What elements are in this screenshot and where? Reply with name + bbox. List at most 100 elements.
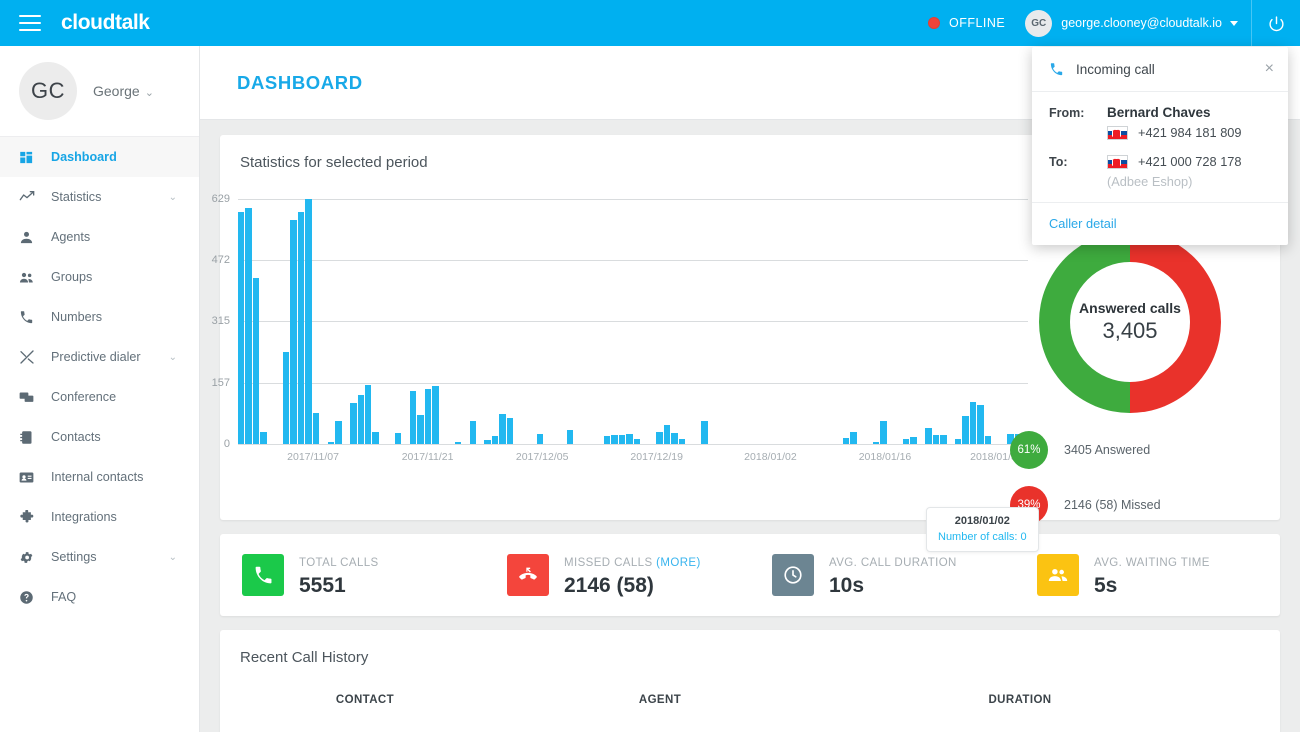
kpi-label: TOTAL CALLS bbox=[299, 557, 379, 569]
recent-call-history-card: Recent Call History CONTACTAGENTDURATION bbox=[220, 630, 1280, 732]
sidebar-item-label: Integrations bbox=[51, 510, 117, 524]
popup-from-row: From: Bernard Chaves bbox=[1049, 105, 1271, 120]
answered-calls-donut-area: Answered calls 3,405 61%3405 Answered39%… bbox=[1000, 231, 1260, 531]
brand-logo[interactable]: cloudtalk bbox=[61, 11, 150, 35]
sidebar-item-label: Settings bbox=[51, 550, 97, 564]
chart-bar[interactable] bbox=[290, 220, 296, 444]
chart-bar[interactable] bbox=[611, 435, 617, 444]
chart-bar[interactable] bbox=[910, 437, 916, 444]
caller-detail-link[interactable]: Caller detail bbox=[1049, 216, 1271, 231]
chart-bar[interactable] bbox=[843, 438, 849, 444]
chart-bar[interactable] bbox=[940, 435, 946, 444]
sidebar-item-faq[interactable]: FAQ bbox=[0, 577, 199, 617]
sidebar-item-label: Contacts bbox=[51, 430, 101, 444]
chart-bar[interactable] bbox=[484, 440, 490, 444]
chart-bar[interactable] bbox=[962, 416, 968, 444]
bar-chart[interactable]: 0157315472629 2017/11/072017/11/212017/1… bbox=[238, 189, 1028, 489]
logout-button[interactable] bbox=[1252, 0, 1300, 46]
chart-bar[interactable] bbox=[656, 432, 662, 444]
chart-bar[interactable] bbox=[313, 413, 319, 444]
chart-bar[interactable] bbox=[679, 439, 685, 444]
donut-center: Answered calls 3,405 bbox=[1070, 262, 1190, 382]
sidebar-item-statistics[interactable]: Statistics⌄ bbox=[0, 177, 199, 217]
chart-bar[interactable] bbox=[604, 436, 610, 444]
chart-bar[interactable] bbox=[245, 208, 251, 444]
chart-bar[interactable] bbox=[499, 414, 505, 444]
chart-bar[interactable] bbox=[492, 436, 498, 444]
chart-bar[interactable] bbox=[567, 430, 573, 444]
sidebar-item-settings[interactable]: Settings⌄ bbox=[0, 537, 199, 577]
sidebar-item-integrations[interactable]: Integrations bbox=[0, 497, 199, 537]
hamburger-menu-icon[interactable] bbox=[19, 15, 41, 31]
chart-bar[interactable] bbox=[955, 439, 961, 444]
chart-bar[interactable] bbox=[260, 432, 266, 444]
chart-bar[interactable] bbox=[283, 352, 289, 444]
chart-bar[interactable] bbox=[701, 421, 707, 444]
sidebar-profile[interactable]: GC George⌄ bbox=[0, 46, 199, 137]
chart-bar[interactable] bbox=[977, 405, 983, 444]
chart-bar[interactable] bbox=[880, 421, 886, 444]
chart-bar[interactable] bbox=[664, 425, 670, 444]
sidebar-item-conference[interactable]: Conference bbox=[0, 377, 199, 417]
phone-icon bbox=[1049, 62, 1064, 77]
chart-bar[interactable] bbox=[358, 395, 364, 444]
chart-bar[interactable] bbox=[903, 439, 909, 444]
sidebar-item-label: Statistics bbox=[51, 190, 101, 204]
sidebar-item-agents[interactable]: Agents bbox=[0, 217, 199, 257]
chart-bar[interactable] bbox=[410, 391, 416, 444]
chart-bar[interactable] bbox=[970, 402, 976, 444]
chart-bar[interactable] bbox=[365, 385, 371, 444]
sidebar-item-internal-contacts[interactable]: Internal contacts bbox=[0, 457, 199, 497]
chart-bar[interactable] bbox=[238, 212, 244, 444]
chart-bar[interactable] bbox=[425, 389, 431, 444]
sidebar-item-numbers[interactable]: Numbers bbox=[0, 297, 199, 337]
chart-bar[interactable] bbox=[298, 212, 304, 444]
chart-bar[interactable] bbox=[626, 434, 632, 444]
user-menu[interactable]: GC george.clooney@cloudtalk.io bbox=[1025, 10, 1251, 37]
popup-to-row: To: +421 000 728 178 bbox=[1049, 154, 1271, 169]
chart-bar[interactable] bbox=[873, 442, 879, 444]
chart-bar[interactable] bbox=[671, 433, 677, 444]
legend-percent-badge: 61% bbox=[1010, 431, 1048, 469]
kpi-more-link[interactable]: (MORE) bbox=[656, 557, 701, 569]
sidebar-item-predictive-dialer[interactable]: Predictive dialer⌄ bbox=[0, 337, 199, 377]
sidebar-item-dashboard[interactable]: Dashboard bbox=[0, 137, 199, 177]
chart-bar[interactable] bbox=[350, 403, 356, 444]
chart-bar[interactable] bbox=[634, 439, 640, 444]
shuffle-icon bbox=[19, 349, 41, 365]
chart-bar[interactable] bbox=[470, 421, 476, 444]
popup-from-label: From: bbox=[1049, 106, 1107, 120]
donut-chart: Answered calls 3,405 bbox=[1039, 231, 1221, 413]
chart-bar[interactable] bbox=[253, 278, 259, 444]
chart-bar[interactable] bbox=[850, 432, 856, 444]
chart-bar[interactable] bbox=[335, 421, 341, 444]
chart-bar[interactable] bbox=[619, 435, 625, 444]
kpi-avg-call-duration: AVG. CALL DURATION10s bbox=[750, 553, 1015, 598]
chart-bar[interactable] bbox=[985, 436, 991, 444]
kpi-value: 5551 bbox=[299, 574, 379, 598]
popup-from-phone: +421 984 181 809 bbox=[1138, 125, 1242, 140]
sidebar: GC George⌄ DashboardStatistics⌄AgentsGro… bbox=[0, 46, 200, 732]
close-icon[interactable]: × bbox=[1265, 61, 1274, 77]
chart-bar[interactable] bbox=[432, 386, 438, 444]
legend-label: 3405 Answered bbox=[1064, 443, 1150, 457]
chart-bar[interactable] bbox=[925, 428, 931, 444]
chart-bar[interactable] bbox=[933, 435, 939, 444]
chart-bar[interactable] bbox=[507, 418, 513, 444]
sidebar-item-contacts[interactable]: Contacts bbox=[0, 417, 199, 457]
top-bar: cloudtalk OFFLINE GC george.clooney@clou… bbox=[0, 0, 1300, 46]
chart-bar[interactable] bbox=[305, 199, 311, 444]
chart-bar[interactable] bbox=[395, 433, 401, 444]
chart-bar[interactable] bbox=[372, 432, 378, 444]
kpi-label: AVG. CALL DURATION bbox=[829, 557, 957, 569]
sidebar-item-groups[interactable]: Groups bbox=[0, 257, 199, 297]
status-dot-icon bbox=[928, 17, 940, 29]
chart-bar[interactable] bbox=[417, 415, 423, 444]
people-icon bbox=[1037, 554, 1079, 596]
chart-bar[interactable] bbox=[537, 434, 543, 444]
status-indicator[interactable]: OFFLINE bbox=[928, 16, 1005, 30]
chart-bar[interactable] bbox=[455, 442, 461, 444]
trend-line-icon bbox=[19, 189, 41, 205]
chart-bar[interactable] bbox=[328, 442, 334, 444]
kpi-avg-waiting-time: AVG. WAITING TIME5s bbox=[1015, 553, 1280, 598]
